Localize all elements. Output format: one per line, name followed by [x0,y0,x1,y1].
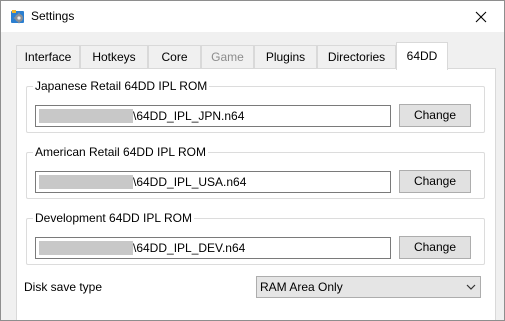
japanese-ipl-label: Japanese Retail 64DD IPL ROM [33,79,210,93]
title-bar[interactable]: Settings [1,1,504,32]
chevron-down-icon [466,284,476,290]
tab-hotkeys[interactable]: Hotkeys [80,45,148,68]
american-ipl-path: \64DD_IPL_USA.n64 [133,175,247,189]
close-icon [475,11,487,22]
redacted-path-prefix [39,175,133,189]
change-japanese-ipl-button[interactable]: Change [399,104,471,127]
american-ipl-path-field[interactable]: \64DD_IPL_USA.n64 [35,171,391,193]
development-ipl-path: \64DD_IPL_DEV.n64 [133,241,246,255]
tab-game: Game [201,45,254,68]
disk-save-type-label: Disk save type [24,280,103,294]
tab-strip: Interface Hotkeys Core Game Plugins Dire… [1,32,504,70]
japanese-ipl-group: Japanese Retail 64DD IPL ROM \64DD_IPL_J… [26,79,485,133]
american-ipl-label: American Retail 64DD IPL ROM [33,145,208,159]
tab-interface[interactable]: Interface [16,45,80,68]
tab-directories[interactable]: Directories [317,45,396,68]
tab-64dd[interactable]: 64DD [396,42,448,70]
disk-save-type-select[interactable]: RAM Area Only [256,276,481,298]
redacted-path-prefix [39,109,133,123]
disk-save-type-value: RAM Area Only [260,280,343,294]
development-ipl-group: Development 64DD IPL ROM \64DD_IPL_DEV.n… [26,211,485,265]
window-title: Settings [31,9,75,23]
development-ipl-path-field[interactable]: \64DD_IPL_DEV.n64 [35,237,391,259]
close-button[interactable] [458,1,504,32]
settings-window: Settings Interface Hotkeys Core Game Plu… [0,0,505,321]
japanese-ipl-path-field[interactable]: \64DD_IPL_JPN.n64 [35,105,391,127]
american-ipl-group: American Retail 64DD IPL ROM \64DD_IPL_U… [26,145,485,199]
settings-gear-icon [11,10,24,24]
tab-core[interactable]: Core [148,45,201,68]
japanese-ipl-path: \64DD_IPL_JPN.n64 [133,109,245,123]
development-ipl-label: Development 64DD IPL ROM [33,211,194,225]
change-development-ipl-button[interactable]: Change [399,236,471,259]
redacted-path-prefix [39,241,133,255]
tab-page-64dd: Japanese Retail 64DD IPL ROM \64DD_IPL_J… [16,68,496,320]
change-american-ipl-button[interactable]: Change [399,170,471,193]
tab-plugins[interactable]: Plugins [254,45,317,68]
